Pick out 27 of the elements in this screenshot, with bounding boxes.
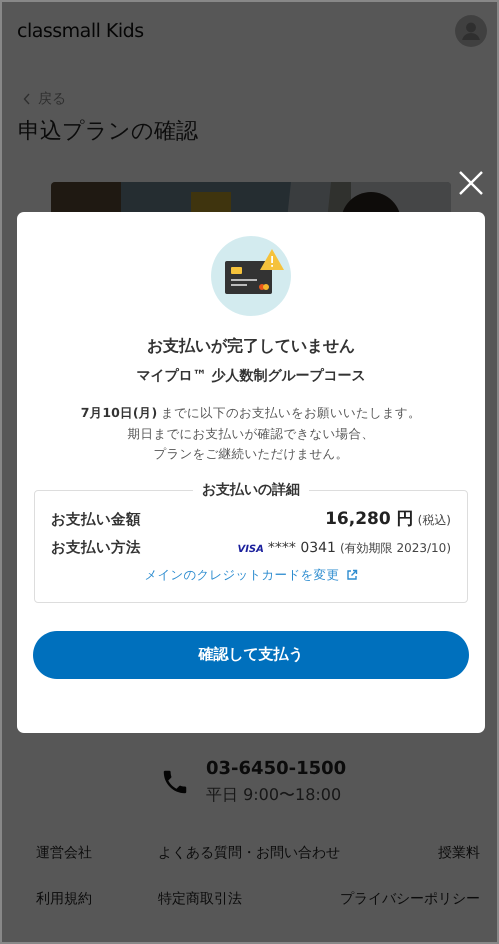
method-label: お支払い方法: [51, 538, 141, 557]
card-brand: VISA: [237, 544, 264, 555]
logo[interactable]: classmall Kids: [17, 20, 144, 42]
footer-link[interactable]: よくある質問・お問い合わせ: [156, 844, 340, 862]
footer-link[interactable]: 特定商取引法: [156, 890, 242, 908]
footer-link[interactable]: プライバシーポリシー: [340, 890, 480, 908]
course-name: マイプロ™ 少人数制グループコース: [136, 367, 366, 385]
amount-value: 16,280 円: [325, 508, 414, 530]
footer-link[interactable]: 授業料: [438, 844, 480, 862]
change-card-link[interactable]: メインのクレジットカードを変更: [144, 566, 358, 584]
tax-note: (税込): [418, 512, 451, 529]
external-link-icon: [346, 569, 358, 582]
phone-number[interactable]: 03-6450-1500: [206, 758, 346, 779]
footer-link[interactable]: 運営会社: [36, 844, 156, 862]
chevron-left-icon: [23, 93, 31, 105]
page-title: 申込プランの確認: [18, 118, 199, 146]
footer-link[interactable]: 利用規約: [36, 890, 156, 908]
credit-card-warning-icon: [211, 236, 291, 316]
close-icon[interactable]: [458, 170, 484, 196]
confirm-pay-button[interactable]: 確認して支払う: [33, 630, 469, 679]
card-number: **** 0341: [268, 540, 336, 556]
details-heading: お支払いの詳細: [193, 480, 309, 499]
card-expiry: (有効期限 2023/10): [340, 540, 451, 557]
business-hours: 平日 9:00〜18:00: [206, 785, 342, 806]
amount-label: お支払い金額: [51, 510, 141, 529]
payment-message: 7月10日(月) までに以下のお支払いをお願いいたします。 期日までにお支払いが確認できない場合、 プランをご継続いただけません。: [80, 404, 422, 464]
dialog-title: お支払いが完了していません: [147, 336, 355, 357]
